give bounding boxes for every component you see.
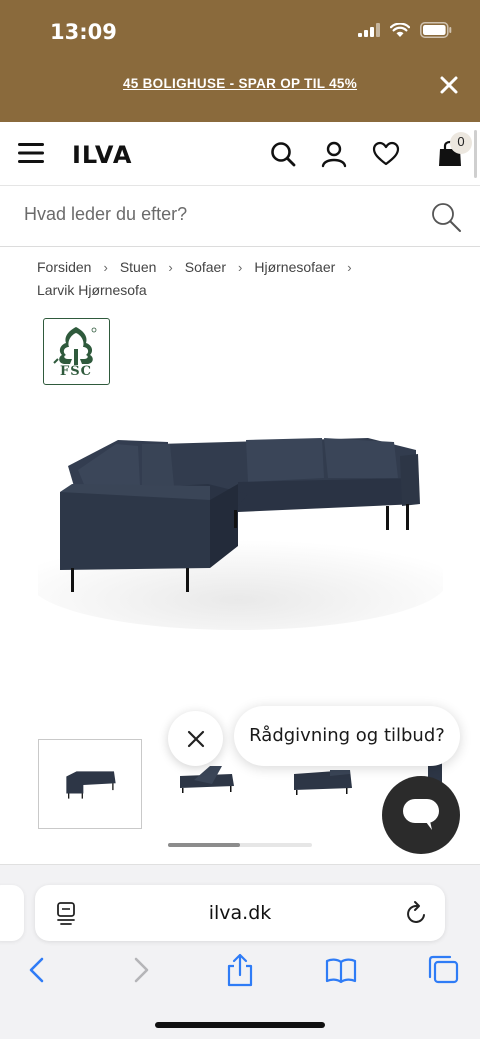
close-icon[interactable] (438, 74, 460, 96)
status-icons (358, 22, 452, 38)
thumbnail-2[interactable] (172, 760, 242, 800)
status-time: 13:09 (50, 20, 117, 44)
thumbnail-3[interactable] (290, 760, 360, 800)
page: 13:09 45 BOLIGHUSE - SPAR OP TIL 45% ILV… (0, 0, 480, 1039)
breadcrumb-current: Larvik Hjørnesofa (37, 282, 147, 298)
previous-tab-peek[interactable] (0, 885, 24, 941)
breadcrumb-hjornesofaer[interactable]: Hjørnesofaer (254, 259, 335, 275)
share-icon[interactable] (223, 953, 257, 987)
breadcrumb-forsiden[interactable]: Forsiden (37, 259, 91, 275)
address-bar[interactable]: ilva.dk (35, 885, 445, 941)
home-indicator (155, 1022, 325, 1028)
thumbnail-selected[interactable] (38, 739, 142, 829)
promo-link[interactable]: 45 BOLIGHUSE - SPAR OP TIL 45% (0, 76, 480, 91)
gallery-scrollbar-thumb[interactable] (168, 843, 240, 847)
breadcrumb: Forsiden › Stuen › Sofaer › Hjørnesofaer › Larvi… (37, 256, 417, 301)
browser-toolbar: ilva.dk (0, 864, 480, 1039)
url-text: ilva.dk (208, 902, 272, 924)
search-icon[interactable] (269, 140, 297, 168)
close-icon (187, 730, 204, 747)
breadcrumb-separator: › (347, 260, 352, 275)
breadcrumb-separator: › (103, 260, 108, 275)
cart-count-badge: 0 (450, 132, 472, 154)
breadcrumb-sofaer[interactable]: Sofaer (185, 259, 226, 275)
gallery-scrollbar[interactable] (168, 843, 312, 847)
logo[interactable]: ILVA (72, 141, 132, 169)
back-icon[interactable] (20, 953, 54, 987)
battery-icon (420, 22, 452, 38)
search-bar: Hvad leder du efter? (0, 187, 480, 247)
chat-prompt-bubble[interactable]: Rådgivning og tilbud? (234, 706, 460, 766)
thumbnail-image (66, 771, 116, 799)
breadcrumb-separator: › (238, 260, 243, 275)
breadcrumb-separator: › (168, 260, 173, 275)
menu-icon[interactable] (18, 142, 44, 164)
chat-icon (403, 799, 439, 830)
search-icon[interactable] (430, 201, 462, 233)
promo-band: 13:09 45 BOLIGHUSE - SPAR OP TIL 45% (0, 0, 480, 122)
reload-icon[interactable] (405, 900, 429, 926)
breadcrumb-stuen[interactable]: Stuen (120, 259, 157, 275)
fsc-label: FSC (60, 364, 92, 379)
tabs-icon[interactable] (426, 953, 460, 987)
wifi-icon (390, 22, 410, 37)
user-icon[interactable] (320, 140, 348, 168)
search-input[interactable]: Hvad leder du efter? (24, 204, 187, 225)
forward-icon[interactable] (124, 953, 158, 987)
bookmarks-icon[interactable] (324, 953, 358, 987)
site-header: ILVA (0, 122, 480, 186)
chat-launcher-button[interactable] (382, 776, 460, 854)
product-image[interactable] (38, 420, 443, 640)
fsc-badge: FSC (43, 318, 110, 385)
chat-dismiss-button[interactable] (168, 711, 223, 766)
page-scrollbar (474, 130, 477, 178)
heart-icon[interactable] (372, 140, 400, 168)
signal-icon (358, 23, 380, 37)
